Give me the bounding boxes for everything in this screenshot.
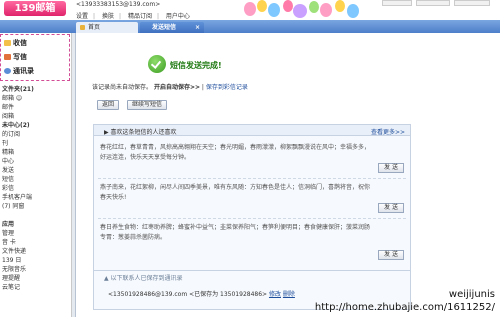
sidebar-item[interactable]: 的订阅 xyxy=(2,130,70,139)
tip-text: 春日养生食物：红枣助养脾；蜂蜜补中益气；韭菜保养阳气；春笋利便明目；春食健康保肝… xyxy=(100,224,370,241)
back-button[interactable]: 返回 xyxy=(97,100,119,110)
sidebar-item-contacts[interactable]: 通讯录 xyxy=(4,66,34,78)
nav-settings[interactable]: 设置 xyxy=(76,13,88,20)
sidebar-item-compose[interactable]: 写信 xyxy=(4,52,27,64)
tip-text: 春花红红，春草青青，风掠高高翱翔在天空；春光明媚，春雨濛濛，柳絮飘飘漫说在风中；… xyxy=(100,144,370,161)
save-record-link[interactable]: 保存到彩信记录 xyxy=(206,84,248,91)
watermark-url: http://home.zhubajie.com/1611252/ xyxy=(314,302,495,313)
tip-item: 春花红红，春草青青，风掠高高翱翔在天空；春光明媚，春雨濛濛，柳絮飘飘漫说在风中；… xyxy=(100,143,404,163)
sidebar-item[interactable]: 邮箱 ☺ xyxy=(2,94,70,103)
right-link-3[interactable] xyxy=(454,0,490,6)
top-nav: 设置 | 换肤 | 精品订阅 | 用户中心 xyxy=(76,13,190,20)
sidebar-item[interactable]: 中心 xyxy=(2,157,70,166)
account-address: <13933383153@139.com> xyxy=(76,1,161,8)
tab-home-label: 首页 xyxy=(88,24,101,31)
sidebar-item[interactable]: 音 卡 xyxy=(2,238,70,247)
continue-compose-button[interactable]: 继续写短信 xyxy=(127,100,167,110)
inbox-icon xyxy=(4,40,11,46)
check-circle-icon xyxy=(148,55,166,73)
sidebar-item[interactable]: 发送 xyxy=(2,166,70,175)
enable-autosave-link[interactable]: 开启自动保存>> xyxy=(154,84,200,91)
send-button[interactable]: 发 送 xyxy=(378,203,404,213)
tab-bar: 首页 发送短信 × xyxy=(0,20,500,33)
sidebar-item[interactable]: 精箱 xyxy=(2,148,70,157)
watermark: weijijunis http://home.zhubajie.com/1611… xyxy=(315,288,495,314)
sidebar-item[interactable]: 139 日 xyxy=(2,256,70,265)
sidebar-item[interactable] xyxy=(2,211,70,220)
sidebar-item[interactable]: 阅箱 xyxy=(2,112,70,121)
nav-subscribe[interactable]: 精品订阅 xyxy=(128,13,152,20)
tab-home[interactable]: 首页 xyxy=(76,22,138,33)
sidebar-item[interactable]: (7) 同窗 xyxy=(2,202,70,211)
send-button[interactable]: 发 送 xyxy=(378,250,404,260)
sidebar-item[interactable]: 理提醒 xyxy=(2,274,70,283)
sidebar-item[interactable]: 彩信 xyxy=(2,184,70,193)
tab-sms-label: 发送短信 xyxy=(152,24,177,31)
contacts-icon xyxy=(4,68,11,74)
save-notice: 该记录尚未自动保存。 开启自动保存>> | 保存到彩信记录 xyxy=(92,82,248,91)
saved-contact-text: <13501928486@139.com <已保存为 13501928486> xyxy=(108,291,269,298)
tab-send-sms[interactable]: 发送短信 × xyxy=(140,22,204,33)
sidebar-item[interactable]: 文件快递 xyxy=(2,247,70,256)
tip-item: 燕子南来，花红絮柳，闲尽人间四季美景，唯有东风随：方知春色是佳人；信洞临门，喜鹊… xyxy=(100,183,404,203)
divider xyxy=(98,218,406,219)
tip-text: 燕子南来，花红絮柳，闲尽人间四季美景，唯有东风随：方知春色是佳人；信洞临门，喜鹊… xyxy=(100,184,370,201)
nav-skin[interactable]: 换肤 xyxy=(102,13,114,20)
balloon-decoration xyxy=(244,0,359,18)
delete-link[interactable]: 删除 xyxy=(283,291,295,298)
sidebar-item[interactable]: 无限音乐 xyxy=(2,265,70,274)
send-button[interactable]: 发 送 xyxy=(378,163,404,173)
sidebar-item[interactable]: 刊 xyxy=(2,139,70,148)
panel-header: ▶ 喜欢这条短信的人还喜欢 查看更多>> xyxy=(94,125,410,136)
right-link-1[interactable] xyxy=(382,0,412,6)
sidebar-list: 文件夹(21) 邮箱 ☺ 邮件 阅箱 未中心(2) 的订阅刊精箱 中心 发送 短信 彩信 手机客户端… xyxy=(2,85,70,292)
saved-header: ▲ 以下联系人已保存到通讯录 xyxy=(104,275,183,282)
divider xyxy=(98,178,406,179)
sidebar-collapse-handle[interactable] xyxy=(72,33,76,317)
sidebar-item[interactable]: 未中心(2) xyxy=(2,121,70,130)
notice-sep: | xyxy=(201,84,204,91)
tip-item: 春日养生食物：红枣助养脾；蜂蜜补中益气；韭菜保养阳气；春笋利便明目；春食健康保肝… xyxy=(100,223,404,243)
edit-link[interactable]: 修改 xyxy=(269,291,281,298)
right-link-2[interactable] xyxy=(416,0,450,6)
close-icon[interactable]: × xyxy=(195,22,200,33)
sidebar-item[interactable]: 手机客户端 xyxy=(2,193,70,202)
top-header: 139邮箱 <13933383153@139.com> 设置 | 换肤 | 精品订阅… xyxy=(0,0,500,20)
success-title: 短信发送完成! xyxy=(170,61,222,70)
recommended-messages-panel: ▶ 喜欢这条短信的人还喜欢 查看更多>> 春花红红，春草青青，风掠高高翱翔在天空… xyxy=(93,124,411,284)
nav-user-center[interactable]: 用户中心 xyxy=(166,13,190,20)
right-links xyxy=(382,0,500,7)
sidebar-item[interactable]: 文件夹(21) xyxy=(2,85,70,94)
quick-actions: 收信 写信 通讯录 xyxy=(0,34,70,81)
see-more-link[interactable]: 查看更多>> xyxy=(371,127,405,136)
main-content: 短信发送完成! 该记录尚未自动保存。 开启自动保存>> | 保存到彩信记录 返回… xyxy=(77,33,500,317)
notice-text: 该记录尚未自动保存。 xyxy=(92,84,153,91)
home-icon xyxy=(80,25,85,30)
saved-contact-row: <13501928486@139.com <已保存为 13501928486> … xyxy=(108,289,295,298)
logo[interactable]: 139邮箱 xyxy=(4,1,66,16)
compose-icon xyxy=(4,54,11,60)
panel-title: ▶ 喜欢这条短信的人还喜欢 xyxy=(104,129,177,136)
sidebar-item[interactable]: 应用 xyxy=(2,220,70,229)
sidebar-item[interactable]: 云笔记 xyxy=(2,283,70,292)
sidebar: 收信 写信 通讯录 文件夹(21) 邮箱 ☺ 邮件 阅箱 未中心(2) 的订阅刊精箱 中心发… xyxy=(0,33,72,317)
sidebar-item[interactable]: 管理 xyxy=(2,229,70,238)
watermark-user: weijijunis xyxy=(448,289,495,300)
sidebar-item[interactable]: 邮件 xyxy=(2,103,70,112)
sidebar-item-inbox[interactable]: 收信 xyxy=(4,38,27,50)
sidebar-item[interactable]: 短信 xyxy=(2,175,70,184)
